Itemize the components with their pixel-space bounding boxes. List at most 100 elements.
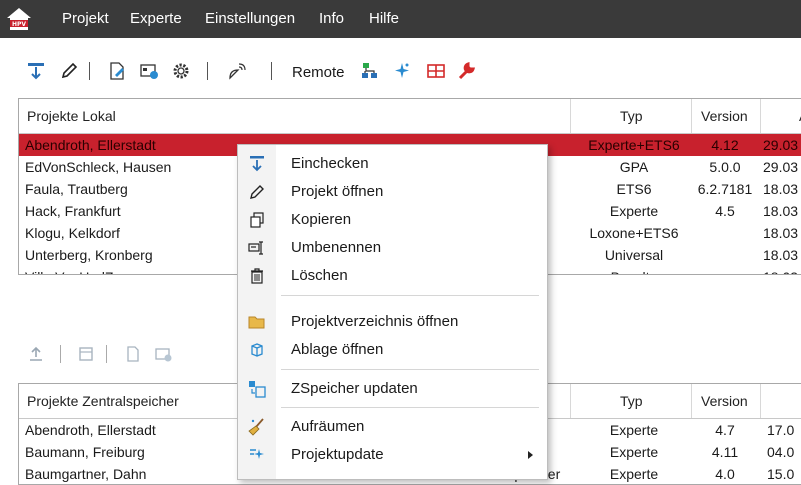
row-typ: Universal [604,247,664,263]
menu-item-label: ZSpeicher updaten [291,380,418,397]
row-version: 4.5 [715,203,735,219]
menu-info[interactable]: Info [319,10,344,28]
menu-item-projektupdate[interactable]: Projektupdate [238,442,547,468]
menu-bar: HPV Projekt Experte Einstellungen Info H… [0,0,801,38]
toolbar-separator [271,62,272,80]
pencil-icon[interactable] [58,60,80,82]
trash-icon [247,266,267,286]
broom-icon [247,417,267,437]
row-typ: ETS6 [616,181,652,197]
toolbar-separator [207,62,208,80]
menu-item-einchecken[interactable]: Einchecken [238,151,547,177]
storage-icon [247,340,267,360]
menu-item-ablage-oeffnen[interactable]: Ablage öffnen [238,337,547,363]
satellite-icon[interactable] [227,60,249,82]
row-name: Baumgartner, Dahn [25,466,147,482]
row-version: 4.0 [715,466,735,482]
column-header-version[interactable]: Version [701,384,748,418]
menu-item-umbenennen[interactable]: Umbenennen [238,235,547,261]
menu-einstellungen[interactable]: Einstellungen [205,10,295,28]
row-typ: Experte [609,466,659,482]
document-icon[interactable] [122,343,144,365]
menu-item-label: Projektupdate [291,446,384,463]
column-header-name[interactable]: Projekte Lokal [27,99,116,133]
row-version [695,244,755,266]
menu-item-label: Einchecken [291,155,369,172]
menu-experte[interactable]: Experte [130,10,182,28]
context-menu: Einchecken Projekt öffnen Kopieren Umben… [237,144,548,480]
table-header: Projekte Lokal Typ Version A [19,99,801,134]
row-typ: GPA [619,159,649,175]
menu-item-aufraeumen[interactable]: Aufräumen [238,414,547,440]
remote-label[interactable]: Remote [292,64,345,82]
row-typ: Loxone+ETS6 [589,225,679,241]
folder-icon [247,312,267,332]
menu-item-label: Kopieren [291,211,352,228]
menu-item-label: Ablage öffnen [291,341,384,358]
menu-item-label: Projektverzeichnis öffnen [291,313,459,330]
pencil-icon [247,182,267,202]
row-typ: Experte [609,422,659,438]
row-version [695,266,755,274]
column-header-typ[interactable]: Typ [620,384,643,418]
app-logo: HPV [6,7,32,31]
row-typ: Experte [609,203,659,219]
row-date: 17.0 [767,422,795,438]
menu-separator [281,407,539,408]
menu-separator [281,295,539,296]
sparkle-icon[interactable] [391,60,413,82]
row-date: 04.0 [767,444,795,460]
menu-item-projekt-oeffnen[interactable]: Projekt öffnen [238,179,547,205]
menu-separator [281,369,539,370]
row-version [695,222,755,244]
checkin-icon[interactable] [25,60,47,82]
toolbar-separator [106,345,107,363]
menu-item-kopieren[interactable]: Kopieren [238,207,547,233]
row-date: 18.03 [763,225,799,241]
checkin-icon [247,154,267,174]
upload-icon[interactable] [25,343,47,365]
row-date: 18.03 [763,181,799,197]
row-name: Abendroth, Ellerstadt [25,422,156,438]
network-icon[interactable] [359,60,381,82]
sync-icon [247,379,267,399]
menu-hilfe[interactable]: Hilfe [369,10,399,28]
row-version: 4.7 [715,422,735,438]
row-typ: Basalte [579,266,689,274]
id-card-icon[interactable] [138,60,160,82]
row-date: 18.03 [763,266,801,274]
row-date: 29.03 [763,159,799,175]
grid-icon[interactable] [425,60,447,82]
menu-item-loeschen[interactable]: Löschen [238,263,547,289]
toolbar-separator [89,62,90,80]
toolbar-separator [60,345,61,363]
row-date: 18.03 [763,203,799,219]
menu-item-label: Löschen [291,267,348,284]
copy-icon [247,210,267,230]
rename-icon [247,238,267,258]
row-name: Baumann, Freiburg [25,444,145,460]
menu-item-label: Projekt öffnen [291,183,384,200]
menu-item-label: Aufräumen [291,418,365,435]
submenu-arrow-icon [528,451,533,459]
row-version: 5.0.0 [709,159,741,175]
wrench-icon[interactable] [455,60,477,82]
gear-icon[interactable] [170,60,192,82]
row-date: 18.03 [763,247,799,263]
id-card-icon[interactable] [152,343,174,365]
column-header-version[interactable]: Version [701,99,748,133]
menu-item-projektverzeichnis-oeffnen[interactable]: Projektverzeichnis öffnen [238,309,547,335]
column-header-typ[interactable]: Typ [620,99,643,133]
menu-item-zspeicher-updaten[interactable]: ZSpeicher updaten [238,376,547,402]
edit-doc-icon[interactable] [106,60,128,82]
svg-text:HPV: HPV [12,21,26,28]
row-date: 29.03 [763,137,799,153]
column-header-name[interactable]: Projekte Zentralspeicher [27,384,179,418]
menu-item-label: Umbenennen [291,239,382,256]
database-icon[interactable] [75,343,97,365]
row-typ: Experte [609,444,659,460]
menu-projekt[interactable]: Projekt [62,10,109,28]
row-version: 4.12 [711,137,739,153]
row-date: 15.0 [767,466,795,482]
update-icon [247,445,267,465]
